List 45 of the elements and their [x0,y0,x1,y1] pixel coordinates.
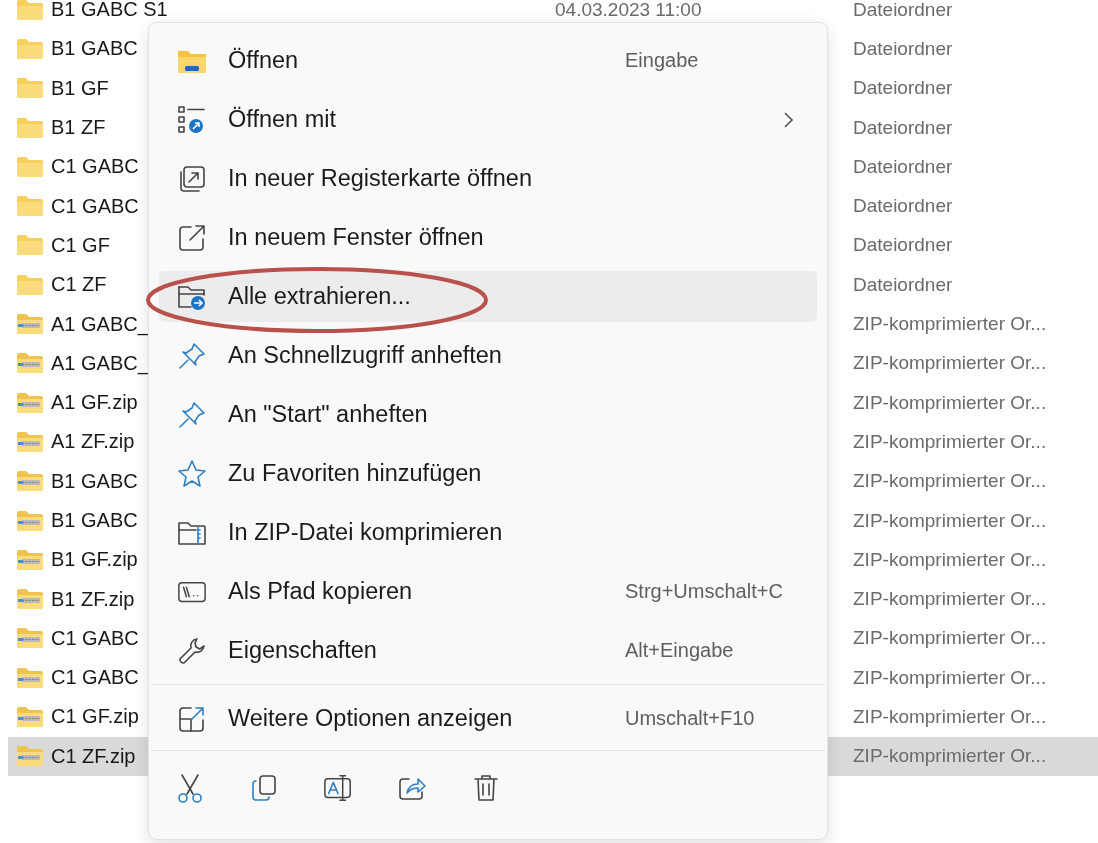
file-type: ZIP-komprimierter Or... [853,548,1047,570]
file-name: A1 GF.zip [51,391,138,414]
file-name: C1 GABC [51,194,139,217]
file-type: ZIP-komprimierter Or... [853,706,1047,727]
file-type: ZIP-komprimierter Or... [853,588,1047,610]
file-name: A1 GABC_ [51,351,149,374]
file-name: C1 GF.zip [51,705,139,728]
file-name: B1 GABC S1 [51,0,168,21]
shortcut-text: Umschalt+F10 [625,707,755,730]
file-name: B1 GF [51,76,109,99]
file-name: B1 ZF.zip [51,587,135,610]
file-type: Dateiordner [853,273,953,295]
file-name: C1 GF [51,233,110,256]
file-name: B1 GABC [51,509,138,531]
file-type: Dateiordner [853,116,953,138]
file-type: ZIP-komprimierter Or... [853,313,1047,334]
file-name: C1 GABC [51,666,139,689]
file-name: C1 ZF [51,273,107,296]
shortcut-text: Alt+Eingabe [625,639,734,662]
file-type: ZIP-komprimierter Or... [853,745,1047,767]
file-name: B1 ZF [51,116,106,139]
shortcut-text: Strg+Umschalt+C [625,580,783,603]
file-type: Dateiordner [853,37,953,59]
file-name: C1 GABC [51,155,139,178]
file-type: ZIP-komprimierter Or... [853,352,1047,374]
file-type: Dateiordner [853,195,953,217]
file-type: ZIP-komprimierter Or... [853,430,1047,452]
file-type: ZIP-komprimierter Or... [853,627,1047,649]
file-type: ZIP-komprimierter Or... [853,666,1047,688]
file-type: ZIP-komprimierter Or... [853,391,1047,413]
file-type: Dateiordner [853,0,953,20]
file-name: C1 ZF.zip [51,744,136,767]
file-type: ZIP-komprimierter Or... [853,509,1047,531]
file-name: A1 GABC_ [51,312,149,335]
file-date: 04.03.2023 11:00 [555,0,702,20]
file-name: B1 GF.zip [51,548,138,571]
file-name: C1 GABC [51,626,139,649]
shortcut-text: Eingabe [625,49,699,72]
file-type: Dateiordner [853,234,953,256]
file-type: Dateiordner [853,77,953,99]
file-type: ZIP-komprimierter Or... [853,470,1047,492]
file-name: B1 GABC [51,469,138,492]
file-type: Dateiordner [853,155,953,177]
file-name: A1 ZF.zip [51,430,135,453]
file-name: B1 GABC [51,37,138,60]
